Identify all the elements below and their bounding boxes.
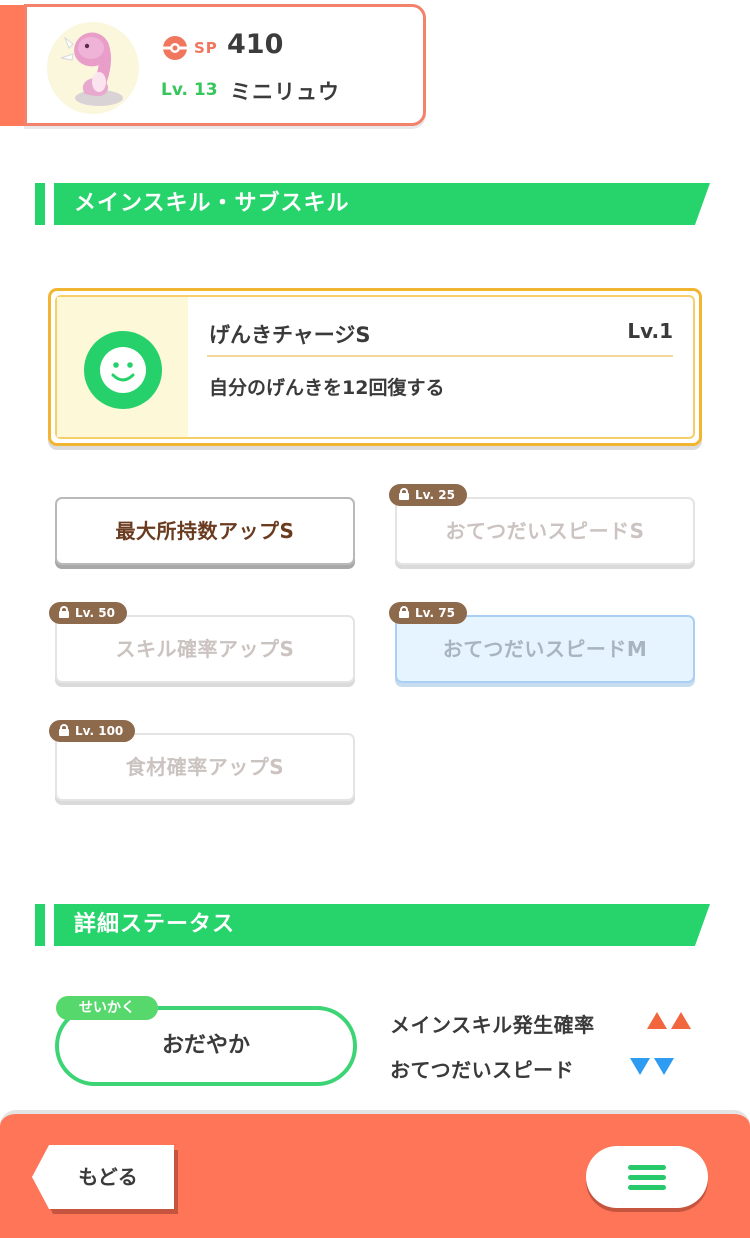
skill-icon-panel [57,297,188,437]
dratini-icon [60,32,123,106]
pokemon-header-card: SP 410 Lv. 13 ミニリュウ [24,4,426,126]
divider [207,355,673,357]
section-accent-bar [35,904,45,946]
nature-effect-label: おてつだいスピード [390,1058,575,1082]
nature-tag: せいかく [56,996,158,1020]
lock-icon [399,606,409,618]
up-arrow-icon [671,1012,691,1029]
section-title-skills: メインスキル・サブスキル [54,183,710,225]
main-skill-name: げんきチャージS [209,323,371,347]
lock-level-badge: Lv. 75 [389,602,467,624]
sp-value: 410 [227,29,284,60]
main-skill-card[interactable]: げんきチャージS Lv.1 自分のげんきを12回復する [48,288,702,446]
sub-skill-button[interactable]: スキル確率アップS [55,615,355,683]
sub-skill-button[interactable]: 最大所持数アップS [55,497,355,565]
lock-level-badge: Lv. 25 [389,484,467,506]
main-skill-inner: げんきチャージS Lv.1 自分のげんきを12回復する [55,295,695,439]
lock-level-text: Lv. 100 [75,724,124,738]
lock-icon [399,488,409,500]
lock-icon [59,606,69,618]
lock-level-badge: Lv. 100 [49,720,136,742]
main-skill-description: 自分のげんきを12回復する [209,377,445,399]
sub-skill-button[interactable]: おてつだいスピードS [395,497,695,565]
main-skill-level: Lv.1 [627,319,673,343]
sub-skill-button[interactable]: 食材確率アップS [55,733,355,801]
menu-button[interactable] [586,1146,708,1208]
sub-skill-button[interactable]: おてつだいスピードM [395,615,695,683]
pokeball-icon [163,36,187,60]
back-button[interactable]: もどる [32,1145,174,1209]
lock-level-text: Lv. 75 [415,606,455,620]
nature-effect-label: メインスキル発生確率 [390,1013,595,1037]
down-arrow-icon [630,1058,650,1075]
pokemon-level: Lv. 13 [161,80,218,100]
sp-label: SP [194,39,218,57]
up-arrow-icon [647,1012,667,1029]
lock-level-text: Lv. 50 [75,606,115,620]
lock-icon [59,724,69,736]
smiley-face-icon [84,331,162,409]
section-title-details: 詳細ステータス [54,904,710,946]
lock-level-text: Lv. 25 [415,488,455,502]
pokemon-name: ミニリュウ [230,80,340,104]
down-arrow-icon [654,1058,674,1075]
lock-level-badge: Lv. 50 [49,602,127,624]
pokemon-avatar [47,22,139,114]
section-accent-bar [35,183,45,225]
